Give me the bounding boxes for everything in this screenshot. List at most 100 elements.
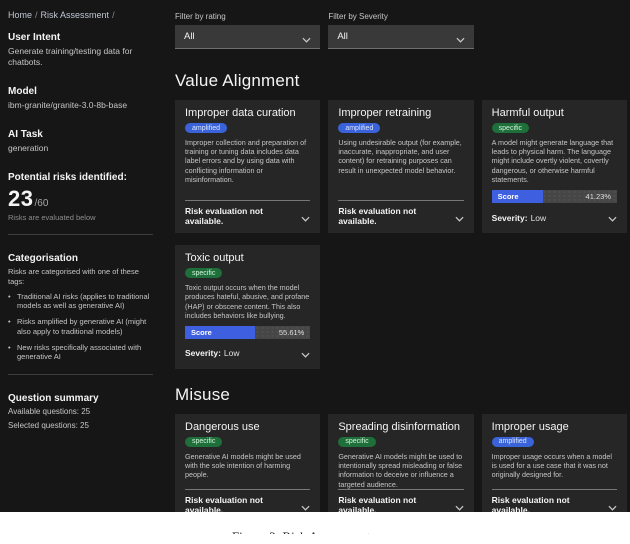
chevron-down-icon[interactable] [455,209,464,227]
filter-rating-value: All [184,31,195,42]
risk-card-title: Spreading disinformation [338,421,463,433]
risk-score-value: 41.23% [586,190,611,203]
risk-card-title: Toxic output [185,252,310,264]
risk-card-improper-usage: Improper usage amplified Improper usage … [482,414,627,512]
risk-score-label: Score [492,192,519,201]
breadcrumb-separator: / [35,10,38,20]
main-content: Filter by rating All Filter by Severity … [163,0,630,512]
severity-value: Low [224,348,240,358]
risk-eval-text: Risk evaluation not available. [338,494,454,512]
filter-severity-value: All [337,31,348,42]
risks-identified-total: /60 [34,198,48,209]
breadcrumb-home[interactable]: Home [8,10,32,20]
risk-eval-expander[interactable]: Risk evaluation not available. [338,200,463,227]
risk-score-label: Score [185,328,212,337]
risk-card-improper-retraining: Improper retraining amplified Using unde… [328,100,473,233]
figure-caption-area: Figure 3: Risk Assessment page [0,512,630,534]
sidebar-divider-2 [8,374,153,375]
risk-tag-specific: specific [185,437,222,447]
figure-caption: Figure 3: Risk Assessment page [0,529,630,534]
ai-task-label: AI Task [8,129,153,140]
risk-card-improper-data-curation: Improper data curation amplified Imprope… [175,100,320,233]
filter-rating-dropdown[interactable]: All [175,25,320,49]
risk-tag-specific: specific [185,268,222,278]
risk-card-title: Improper data curation [185,107,310,119]
risk-eval-text: Risk evaluation not available. [492,494,608,512]
model-label: Model [8,86,153,97]
risk-eval-text: Risk evaluation not available. [185,205,301,226]
severity-expander[interactable]: Severity: Low [492,208,617,227]
risk-score-bar: Score 41.23% [492,190,617,203]
risk-description: Using undesirable output (for example, i… [338,138,463,175]
risk-description: A model might generate language that lea… [492,138,617,184]
categorisation-intro: Risks are categorised with one of these … [8,267,153,287]
chevron-down-icon [302,30,311,48]
risk-score-fill: Score [185,326,255,339]
chevron-down-icon[interactable] [608,498,617,512]
risk-card-title: Harmful output [492,107,617,119]
sidebar: Home/Risk Assessment/ User Intent Genera… [0,0,163,512]
severity-label: Severity: [492,213,528,223]
value-alignment-grid: Improper data curation amplified Imprope… [175,100,627,369]
risk-tag-specific: specific [492,123,529,133]
risk-card-dangerous-use: Dangerous use specific Generative AI mod… [175,414,320,512]
section-title-value-alignment: Value Alignment [175,71,627,91]
sidebar-divider [8,234,153,235]
severity-label: Severity: [185,348,221,358]
filter-rating: Filter by rating All [175,12,320,49]
risk-assessment-app: Home/Risk Assessment/ User Intent Genera… [0,0,630,512]
model-value: ibm-granite/granite-3.0-8b-base [8,100,153,111]
risk-eval-expander[interactable]: Risk evaluation not available. [185,200,310,227]
risk-tag-amplified: amplified [492,437,534,447]
misuse-grid: Dangerous use specific Generative AI mod… [175,414,627,512]
chevron-down-icon[interactable] [301,498,310,512]
severity-expander[interactable]: Severity: Low [185,344,310,363]
risk-card-title: Improper usage [492,421,617,433]
risk-eval-text: Risk evaluation not available. [185,494,301,512]
risk-eval-expander[interactable]: Risk evaluation not available. [492,489,617,512]
categorisation-bullet: Risks amplified by generative AI (might … [8,317,153,337]
severity-value: Low [531,213,547,223]
risk-tag-amplified: amplified [338,123,380,133]
breadcrumb-current[interactable]: Risk Assessment [41,10,110,20]
risk-tag-specific: specific [338,437,375,447]
ai-task-value: generation [8,143,153,154]
risk-description: Generative AI models might be used with … [185,452,310,480]
risk-card-title: Improper retraining [338,107,463,119]
risk-eval-expander[interactable]: Risk evaluation not available. [185,489,310,512]
risk-score-bar: Score 55.61% [185,326,310,339]
risk-score-fill: Score [492,190,544,203]
risk-card-toxic-output: Toxic output specific Toxic output occur… [175,245,320,369]
risk-tag-amplified: amplified [185,123,227,133]
user-intent-label: User Intent [8,32,153,43]
chevron-down-icon [456,30,465,48]
risk-eval-expander[interactable]: Risk evaluation not available. [338,489,463,512]
risks-identified-note: Risks are evaluated below [8,213,153,222]
selected-questions: Selected questions: 25 [8,421,153,430]
risk-description: Improper collection and preparation of t… [185,138,310,184]
risk-eval-text: Risk evaluation not available. [338,205,454,226]
figure-page: Home/Risk Assessment/ User Intent Genera… [0,0,630,544]
categorisation-bullet: New risks specifically associated with g… [8,343,153,363]
categorisation-bullet-list: Traditional AI risks (applies to traditi… [8,292,153,363]
risk-card-harmful-output: Harmful output specific A model might ge… [482,100,627,233]
filter-severity-dropdown[interactable]: All [328,25,473,49]
user-intent-value: Generate training/testing data for chatb… [8,46,153,68]
filter-bar: Filter by rating All Filter by Severity … [175,12,627,49]
filter-rating-label: Filter by rating [175,12,320,21]
chevron-down-icon[interactable] [301,345,310,363]
section-title-misuse: Misuse [175,385,627,405]
categorisation-title: Categorisation [8,253,153,264]
filter-severity-label: Filter by Severity [328,12,473,21]
risk-card-spreading-disinformation: Spreading disinformation specific Genera… [328,414,473,512]
risk-description: Toxic output occurs when the model produ… [185,283,310,320]
chevron-down-icon[interactable] [455,498,464,512]
risk-description: Generative AI models might be used to in… [338,452,463,489]
risks-identified-count: 23 [8,186,33,212]
chevron-down-icon[interactable] [301,209,310,227]
chevron-down-icon[interactable] [608,209,617,227]
risks-identified-label: Potential risks identified: [8,172,153,183]
question-summary-title: Question summary [8,393,153,404]
filter-severity: Filter by Severity All [328,12,473,49]
risk-card-title: Dangerous use [185,421,310,433]
